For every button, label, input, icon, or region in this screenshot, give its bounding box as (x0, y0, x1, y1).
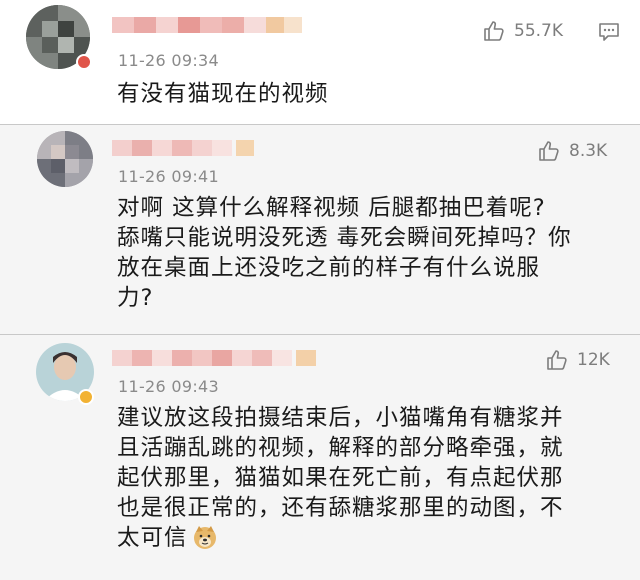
comment-text-fragment: 太可信 (117, 525, 188, 551)
doge-emoji-icon (193, 526, 216, 549)
comment-timestamp: 11-26 09:43 (118, 377, 219, 396)
comment-text-line: 起伏那里，猫猫如果在死亡前，有点起伏那 (117, 465, 564, 491)
comment-text: 建议放这段拍摄结束后，小猫嘴角有糖浆并 且活蹦乱跳的视频，解释的部分略牵强，就 … (117, 403, 607, 553)
comment-text-line: 对啊 这算什么解释视频 后腿都抽巴着呢? (117, 195, 546, 221)
comment-text-line: 也是很正常的，还有舔糖浆那里的动图，不 (117, 495, 564, 521)
comment-text-line: 且活蹦乱跳的视频，解释的部分略牵强，就 (117, 435, 564, 461)
comment-timestamp: 11-26 09:34 (118, 51, 219, 70)
comment-item: 11-26 09:41 对啊 这算什么解释视频 后腿都抽巴着呢? 舔嘴只能说明没… (0, 125, 640, 334)
comment-text-line: 有没有猫现在的视频 (117, 81, 329, 107)
comment-feed: 11-26 09:34 有没有猫现在的视频 55.7K 11-26 09:41 … (0, 0, 640, 580)
like-button[interactable]: 12K (545, 348, 610, 372)
comment-text-line: 力? (117, 285, 154, 311)
thumbs-up-icon (547, 350, 567, 370)
comment-text-line: 放在桌面上还没吃之前的样子有什么说服 (117, 255, 541, 281)
comment-timestamp: 11-26 09:41 (118, 167, 219, 186)
comment-text-line: 建议放这段拍摄结束后，小猫嘴角有糖浆并 (117, 405, 564, 431)
comment-item: 11-26 09:34 有没有猫现在的视频 55.7K (0, 0, 640, 124)
comment-item: 11-26 09:43 建议放这段拍摄结束后，小猫嘴角有糖浆并 且活蹦乱跳的视频… (0, 335, 640, 580)
verified-badge-icon (78, 389, 94, 405)
comment-text-line: 舔嘴只能说明没死透 毒死会瞬间死掉吗？你 (117, 225, 572, 251)
username-pixelated[interactable] (112, 14, 302, 36)
comment-reply-icon[interactable] (598, 22, 620, 42)
thumbs-up-icon (484, 21, 504, 41)
username-pixelated[interactable] (112, 137, 262, 159)
like-button[interactable]: 55.7K (482, 19, 563, 43)
username-pixelated[interactable] (112, 347, 322, 369)
like-count: 12K (577, 350, 610, 370)
avatar[interactable] (37, 131, 93, 187)
thumbs-up-icon (539, 141, 559, 161)
like-count: 55.7K (514, 21, 563, 41)
comment-text-line: 太可信 (117, 523, 607, 553)
like-count: 8.3K (569, 141, 608, 161)
like-button[interactable]: 8.3K (537, 139, 607, 163)
comment-text: 对啊 这算什么解释视频 后腿都抽巴着呢? 舔嘴只能说明没死透 毒死会瞬间死掉吗？… (117, 193, 607, 313)
verified-badge-icon (76, 54, 92, 70)
comment-text: 有没有猫现在的视频 (117, 79, 607, 109)
